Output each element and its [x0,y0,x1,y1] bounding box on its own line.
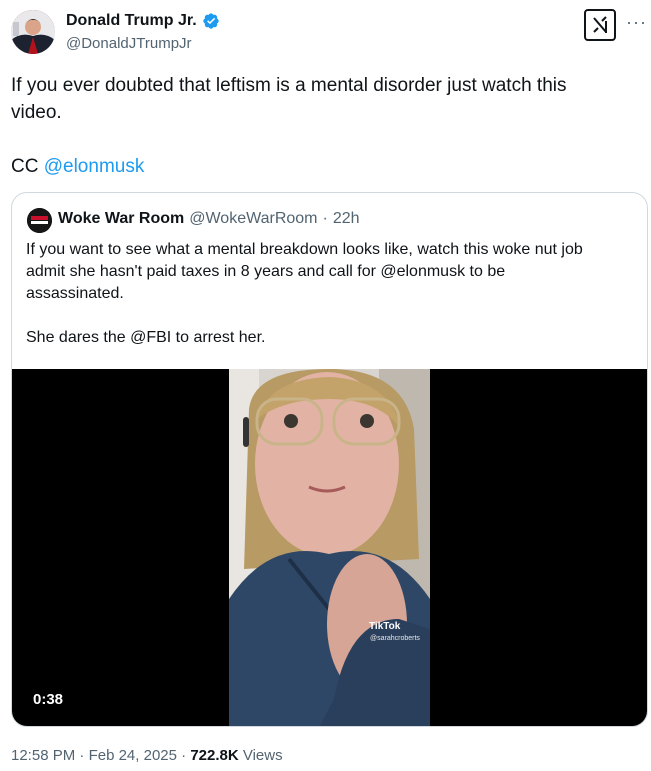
author-display-name[interactable]: Donald Trump Jr. [66,12,197,30]
quoted-text: If you want to see what a mental breakdo… [26,239,638,349]
quoted-header: Woke War Room @WokeWarRoom · 22h [58,210,360,228]
video-duration: 0:38 [33,691,64,708]
tweet-line-1: If you ever doubted that leftism is a me… [11,75,567,96]
tweet-footer: 12:58 PM · Feb 24, 2025 · 722.8K Views [11,747,283,764]
author-name-row: Donald Trump Jr. [66,12,220,30]
tweet-date[interactable]: Feb 24, 2025 [89,747,177,764]
quoted-handle[interactable]: @WokeWarRoom [189,210,317,228]
quoted-tweet-card[interactable]: Woke War Room @WokeWarRoom · 22h If you … [11,192,648,727]
views-label: Views [238,747,283,764]
quoted-line-3: assassinated. [26,285,124,302]
cc-mention-link[interactable]: @elonmusk [44,156,145,177]
quoted-time[interactable]: 22h [333,210,360,228]
footer-dot: · [75,747,89,764]
cc-prefix: CC [11,156,44,177]
grok-icon [593,16,607,33]
quoted-author-avatar[interactable] [27,208,52,233]
quoted-line-2: admit she hasn't paid taxes in 8 years a… [26,263,506,280]
video-thumbnail [229,369,430,726]
quoted-line-4: She dares the @FBI to arrest her. [26,329,266,346]
tweet-cc-line: CC @elonmusk [11,153,144,180]
author-avatar[interactable] [11,10,55,54]
tiktok-watermark: TikTok [369,621,401,632]
quoted-line-1: If you want to see what a mental breakdo… [26,241,583,258]
more-icon: ··· [626,12,647,32]
verified-badge-icon [203,13,219,29]
tweet-line-2: video. [11,102,62,123]
quoted-separator: · [322,210,328,227]
tiktok-watermark-user: @sarahcroberts [370,635,420,642]
views-count[interactable]: 722.8K [190,747,238,764]
grok-button[interactable] [584,9,616,41]
tweet-time[interactable]: 12:58 PM [11,747,75,764]
more-options-button[interactable]: ··· [626,12,647,32]
author-handle[interactable]: @DonaldJTrumpJr [66,35,192,52]
quoted-display-name[interactable]: Woke War Room [58,210,184,228]
footer-dot: · [176,747,191,764]
video-player[interactable]: TikTok @sarahcroberts 0:38 [12,369,647,726]
tweet-text: If you ever doubted that leftism is a me… [11,72,621,126]
